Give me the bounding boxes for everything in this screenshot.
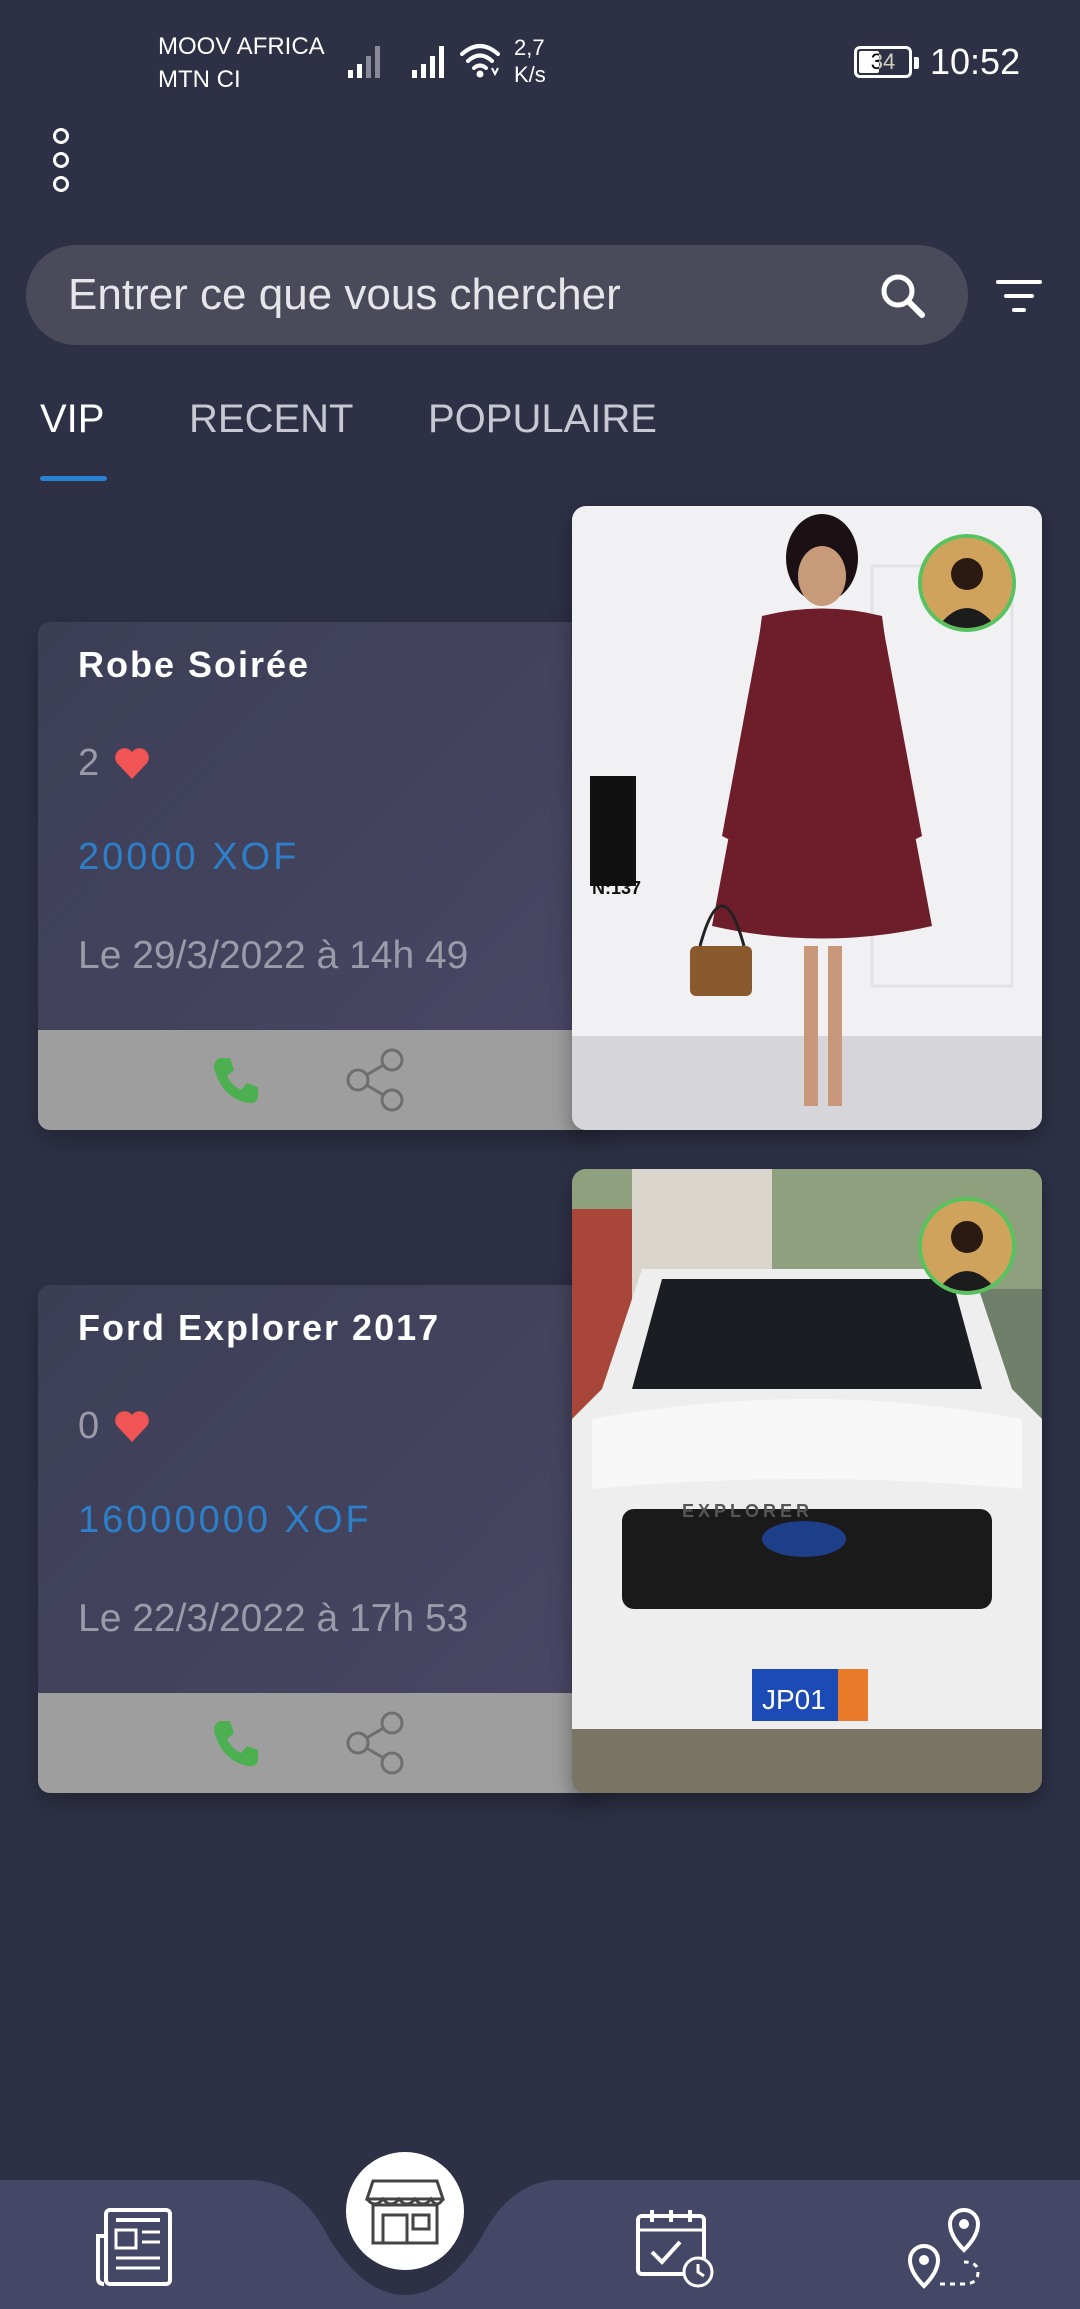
signal-1-icon xyxy=(348,46,380,78)
calendar-check-icon[interactable] xyxy=(634,2208,716,2290)
store-button[interactable] xyxy=(346,2152,464,2270)
license-plate: JP01 xyxy=(762,1684,826,1715)
search-input[interactable] xyxy=(68,245,868,345)
active-tab-indicator xyxy=(40,476,107,481)
speed-value: 2,7 xyxy=(514,35,545,60)
listing-actions xyxy=(38,1030,598,1130)
overflow-menu-icon[interactable] xyxy=(44,128,78,198)
listing-card[interactable]: Ford Explorer 2017 0 16000000 XOF Le 22/… xyxy=(38,1169,1042,1793)
tab-populaire[interactable]: POPULAIRE xyxy=(428,390,657,448)
seller-avatar[interactable] xyxy=(918,1197,1016,1295)
share-icon[interactable] xyxy=(344,1048,408,1112)
store-icon xyxy=(365,2179,445,2245)
car-badge: EXPLORER xyxy=(682,1501,813,1521)
clock: 10:52 xyxy=(930,41,1021,82)
battery-icon: 34 xyxy=(854,46,919,78)
status-bar: MOOV AFRICA MTN CI 2,7 K/s 34 10:52 xyxy=(0,0,1080,120)
listing-info: Ford Explorer 2017 0 16000000 XOF Le 22/… xyxy=(38,1285,598,1793)
listing-price: 16000000 XOF xyxy=(78,1499,372,1541)
newspaper-icon[interactable] xyxy=(96,2206,174,2288)
listing-date: Le 22/3/2022 à 17h 53 xyxy=(78,1597,469,1640)
carrier-names: MOOV AFRICA MTN CI xyxy=(158,30,325,96)
seller-avatar[interactable] xyxy=(918,534,1016,632)
listing-card[interactable]: Robe Soirée 2 20000 XOF Le 29/3/2022 à 1… xyxy=(38,506,1042,1130)
filter-icon[interactable] xyxy=(994,278,1044,316)
share-icon[interactable] xyxy=(344,1711,408,1775)
listing-title: Robe Soirée xyxy=(78,644,311,685)
heart-icon[interactable] xyxy=(113,1409,151,1443)
likes-count-row: 2 xyxy=(78,740,151,786)
speed-unit: K/s xyxy=(514,62,546,87)
listing-image-car[interactable]: EXPLORER JP01 xyxy=(572,1169,1042,1793)
likes-count: 0 xyxy=(78,1405,100,1447)
listing-info: Robe Soirée 2 20000 XOF Le 29/3/2022 à 1… xyxy=(38,622,598,1130)
signal-2-icon xyxy=(412,46,444,78)
carrier-1: MOOV AFRICA xyxy=(158,33,325,60)
listing-date: Le 29/3/2022 à 14h 49 xyxy=(78,934,469,977)
tab-vip[interactable]: VIP xyxy=(40,390,104,448)
route-map-icon[interactable] xyxy=(904,2206,986,2290)
listing-title: Ford Explorer 2017 xyxy=(78,1307,441,1348)
likes-count: 2 xyxy=(78,742,100,784)
tab-recent[interactable]: RECENT xyxy=(189,390,353,448)
tab-bar: VIP RECENT POPULAIRE xyxy=(0,390,1080,490)
carrier-2: MTN CI xyxy=(158,66,241,93)
network-speed: 2,7 K/s xyxy=(514,34,546,88)
phone-icon[interactable] xyxy=(210,1054,262,1106)
search-bar xyxy=(26,245,968,345)
listing-price: 20000 XOF xyxy=(78,836,300,878)
wifi-icon xyxy=(460,44,500,78)
heart-icon[interactable] xyxy=(113,746,151,780)
listing-image-dress[interactable]: N:137 xyxy=(572,506,1042,1130)
image-tag: N:137 xyxy=(592,878,641,898)
phone-icon[interactable] xyxy=(210,1717,262,1769)
search-icon[interactable] xyxy=(878,271,928,321)
likes-count-row: 0 xyxy=(78,1403,151,1449)
listing-actions xyxy=(38,1693,598,1793)
battery-level: 34 xyxy=(870,49,896,74)
